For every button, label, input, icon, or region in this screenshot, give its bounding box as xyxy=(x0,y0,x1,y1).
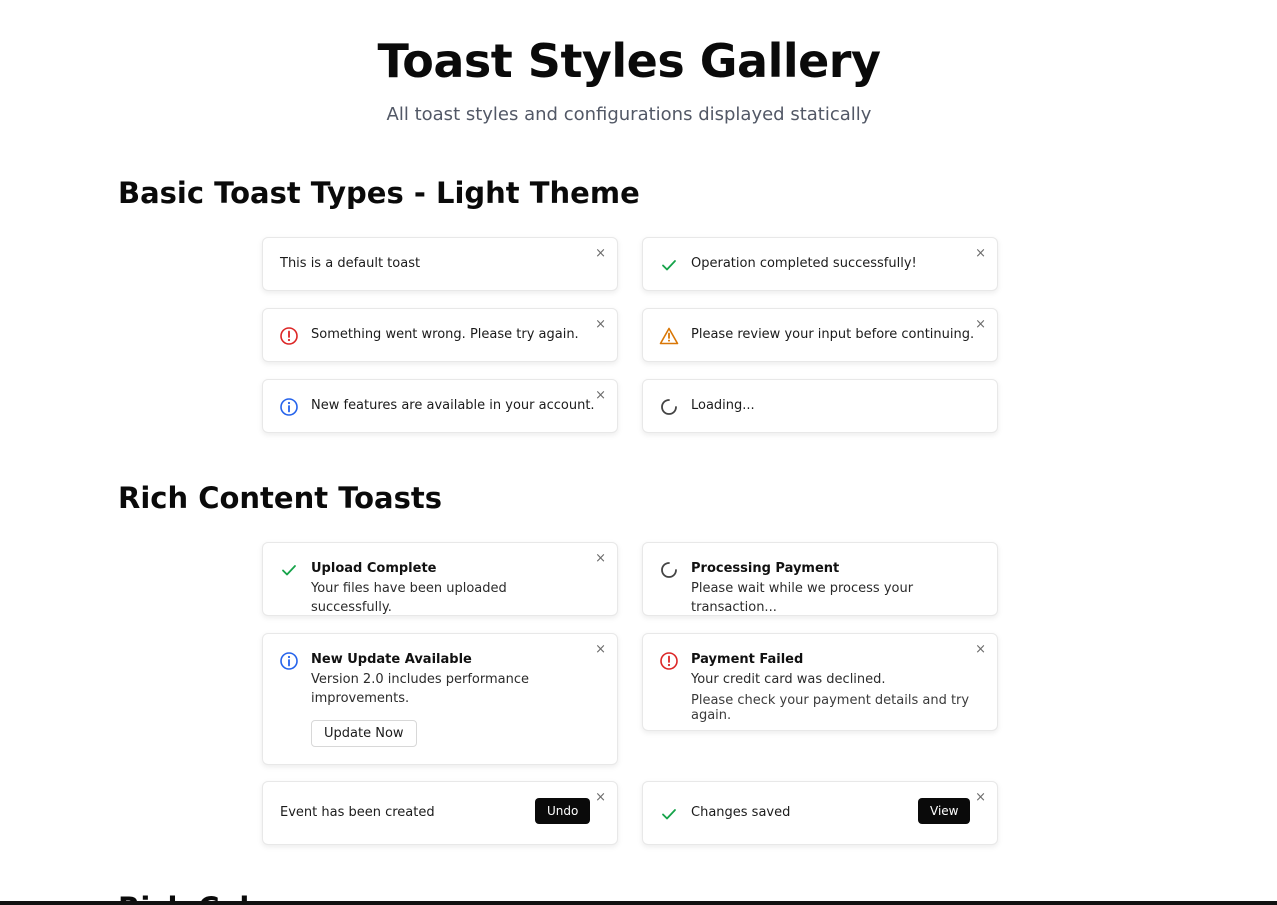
check-icon xyxy=(279,560,299,580)
toast-content: Payment Failed Your credit card was decl… xyxy=(691,652,971,723)
close-icon[interactable]: × xyxy=(975,318,986,331)
check-icon xyxy=(659,804,679,824)
toast-content: New Update Available Version 2.0 include… xyxy=(311,652,551,747)
toast-description: Your credit card was declined. xyxy=(691,672,886,687)
toast-detail: Please check your payment details and tr… xyxy=(691,693,970,723)
toast-content: Upload Complete Your files have been upl… xyxy=(311,561,591,617)
error-circle-icon xyxy=(659,651,679,671)
close-icon[interactable]: × xyxy=(595,643,606,656)
toast-title: Payment Failed xyxy=(691,652,804,667)
view-button[interactable]: View xyxy=(918,798,971,824)
info-circle-icon xyxy=(279,397,299,417)
toast-gallery-page: Toast Styles Gallery All toast styles an… xyxy=(0,0,1277,905)
page-subtitle: All toast styles and configurations disp… xyxy=(386,104,872,125)
toast-title: New Update Available xyxy=(311,652,472,667)
toast-error: Something went wrong. Please try again. … xyxy=(262,308,618,362)
toast-success: Operation completed successfully! × xyxy=(642,237,998,291)
page-bottom-edge xyxy=(0,901,1277,905)
spinner-icon xyxy=(659,397,679,417)
toast-message: New features are available in your accou… xyxy=(311,398,595,413)
toast-message: Please review your input before continui… xyxy=(691,327,975,342)
toast-message: This is a default toast xyxy=(280,256,421,271)
section-heading-basic: Basic Toast Types - Light Theme xyxy=(118,176,640,210)
warning-triangle-icon xyxy=(659,326,679,346)
close-icon[interactable]: × xyxy=(595,247,606,260)
toast-message: Something went wrong. Please try again. xyxy=(311,327,579,342)
toast-title: Upload Complete xyxy=(311,561,437,576)
page-title: Toast Styles Gallery xyxy=(377,34,881,88)
close-icon[interactable]: × xyxy=(595,389,606,402)
update-now-button[interactable]: Update Now xyxy=(311,720,417,747)
toast-event-created: Event has been created Undo × xyxy=(262,781,618,845)
toast-upload-complete: Upload Complete Your files have been upl… xyxy=(262,542,618,616)
error-circle-icon xyxy=(279,326,299,346)
undo-button[interactable]: Undo xyxy=(535,798,591,824)
toast-title: Processing Payment xyxy=(691,561,840,576)
toast-message: Changes saved xyxy=(691,805,791,820)
toast-info: New features are available in your accou… xyxy=(262,379,618,433)
toast-default: This is a default toast × xyxy=(262,237,618,291)
spinner-icon xyxy=(659,560,679,580)
section-heading-next: Rich Colors xyxy=(118,888,301,902)
toast-message: Operation completed successfully! xyxy=(691,256,917,271)
toast-description: Version 2.0 includes performance improve… xyxy=(311,672,530,706)
close-icon[interactable]: × xyxy=(595,791,606,804)
close-icon[interactable]: × xyxy=(975,247,986,260)
toast-content: Processing Payment Please wait while we … xyxy=(691,561,971,617)
check-icon xyxy=(659,255,679,275)
toast-new-update: New Update Available Version 2.0 include… xyxy=(262,633,618,765)
close-icon[interactable]: × xyxy=(975,643,986,656)
toast-changes-saved: Changes saved View × xyxy=(642,781,998,845)
toast-message: Event has been created xyxy=(280,805,435,820)
toast-loading: Loading... xyxy=(642,379,998,433)
toast-message: Loading... xyxy=(691,398,755,413)
toast-payment-failed: Payment Failed Your credit card was decl… xyxy=(642,633,998,731)
toast-description: Please wait while we process your transa… xyxy=(691,581,914,615)
close-icon[interactable]: × xyxy=(975,791,986,804)
close-icon[interactable]: × xyxy=(595,552,606,565)
toast-description: Your files have been uploaded successful… xyxy=(311,581,507,615)
section-heading-rich: Rich Content Toasts xyxy=(118,481,442,515)
close-icon[interactable]: × xyxy=(595,318,606,331)
toast-processing-payment: Processing Payment Please wait while we … xyxy=(642,542,998,616)
info-circle-icon xyxy=(279,651,299,671)
toast-warning: Please review your input before continui… xyxy=(642,308,998,362)
